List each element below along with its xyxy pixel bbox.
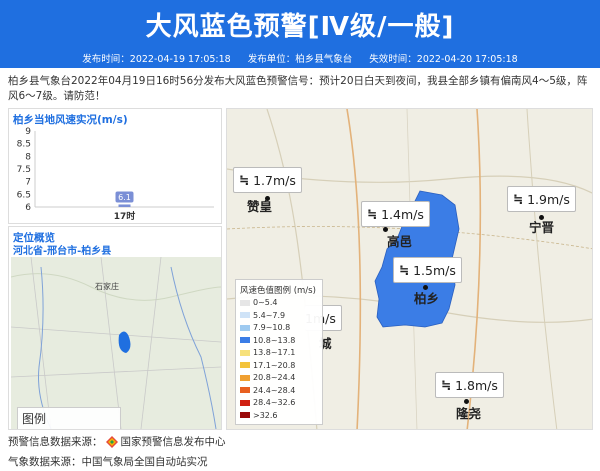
wind-icon: ≒	[441, 378, 452, 392]
speed-legend-label: 24.4~28.4	[253, 385, 296, 395]
x-tick-label: 17时	[114, 210, 136, 222]
wind-speed-panel: 柏乡当地风速实况(m/s) 9 8.5 8 7.5 7 6.5 6 6.1 17时	[8, 108, 222, 224]
speed-legend-label: 17.1~20.8	[253, 360, 296, 370]
wind-speed-longyao: 1.8m/s	[455, 377, 498, 393]
speed-legend-item: 17.1~20.8	[240, 361, 295, 370]
speed-legend-swatch	[240, 399, 250, 406]
speed-legend-label: 7.9~10.8	[253, 323, 291, 332]
wind-speed-gaoyi: 1.4m/s	[381, 206, 424, 222]
wind-speed-zanhuang: 1.7m/s	[253, 172, 296, 188]
wind-icon: ≒	[367, 207, 378, 221]
speed-legend-item: 10.8~13.8	[240, 336, 295, 345]
speed-legend-label: 20.8~24.4	[253, 373, 296, 382]
wind-speed-bar	[118, 204, 131, 207]
speed-legend-item: 24.4~28.4	[240, 386, 295, 395]
warning-source[interactable]: 国家预警信息发布中心	[121, 434, 226, 449]
speed-legend-item: 7.9~10.8	[240, 323, 290, 332]
wind-icon: ≒	[239, 173, 250, 187]
speed-legend-swatch	[240, 374, 250, 381]
speed-legend-swatch	[240, 337, 250, 343]
city-baixiang: 柏乡	[414, 291, 440, 306]
weather-source: 气象数据来源：中国气象局全国自动站实况	[8, 456, 208, 468]
speed-legend-item: 20.8~24.4	[240, 373, 295, 382]
minimap-legend-title: 图例	[22, 412, 47, 426]
speed-legend-label: 0~5.4	[253, 298, 278, 307]
warning-source-label: 预警信息数据来源：	[8, 436, 103, 448]
warning-title: 大风蓝色预警[Ⅳ级/一般]	[145, 12, 455, 42]
wind-icon: ≒	[399, 263, 410, 277]
speed-legend-swatch	[240, 412, 250, 418]
location-overview-panel: 定位概览 河北省-邢台市-柏乡县 石家庄 图例 国界 省界	[8, 226, 222, 430]
wind-label-zanhuang[interactable]: ≒ 1.7m/s	[233, 167, 302, 193]
minimap-city-label: 石家庄	[95, 282, 119, 291]
wind-speed-baixiang: 1.5m/s	[413, 262, 456, 278]
y-tick-label: 6	[25, 203, 31, 213]
y-tick-label: 7	[25, 178, 31, 188]
minimap-legend: 图例 国界 省界	[17, 407, 121, 429]
speed-legend-item: >32.6	[240, 411, 278, 420]
y-tick-label: 9	[25, 127, 31, 137]
city-gaoyi: 高邑	[387, 234, 413, 249]
overview-minimap[interactable]: 石家庄 图例 国界 省界	[11, 257, 221, 429]
speed-legend-swatch	[240, 387, 250, 393]
warning-description: 柏乡县气象台2022年04月19日16时56分发布大风蓝色预警信号：预计20日白…	[8, 75, 588, 102]
wind-icon: ≒	[513, 192, 524, 206]
speed-legend-item: 0~5.4	[240, 298, 278, 307]
data-label: 6.1	[118, 193, 131, 202]
wind-label-gaoyi[interactable]: ≒ 1.4m/s	[361, 201, 430, 227]
publisher-logo-icon	[105, 435, 118, 448]
speed-legend-swatch	[240, 324, 250, 331]
y-tick-label: 8.5	[17, 140, 31, 150]
speed-legend-swatch	[240, 362, 250, 368]
wind-label-baixiang[interactable]: ≒ 1.5m/s	[393, 257, 462, 283]
y-tick-label: 8	[25, 152, 31, 162]
wind-label-longyao[interactable]: ≒ 1.8m/s	[435, 372, 504, 398]
speed-legend-label: 13.8~17.1	[253, 348, 296, 357]
speed-legend-item: 5.4~7.9	[240, 311, 285, 320]
main-map[interactable]: 赞皇 ≒ 1.7m/s 高邑 ≒ 1.4m/s 柏乡 ≒ 1.5m/s 宁晋 ≒ 1.9…	[226, 108, 593, 430]
warning-meta: 发布时间：2022-04-19 17:05:18 发布单位：柏乡县气象台 失效时…	[0, 51, 600, 65]
speed-legend-title: 风速色值图例 (m/s)	[240, 286, 316, 296]
y-tick-label: 7.5	[17, 165, 31, 175]
speed-legend-item: 28.4~32.6	[240, 398, 295, 407]
city-longyao: 隆尧	[456, 406, 482, 421]
city-ningjin: 宁晋	[529, 220, 555, 235]
publish-time: 发布时间：2022-04-19 17:05:18	[82, 54, 231, 65]
wind-speed-chart: 9 8.5 8 7.5 7 6.5 6 6.1 17时	[17, 127, 214, 222]
speed-legend-swatch	[240, 312, 250, 318]
warning-source-line: 预警信息数据来源： 国家预警信息发布中心	[8, 434, 226, 449]
y-tick-label: 6.5	[17, 190, 31, 200]
publisher: 发布单位：柏乡县气象台	[247, 54, 353, 65]
speed-legend-label: 28.4~32.6	[253, 398, 296, 407]
speed-legend-label: >32.6	[253, 410, 278, 420]
city-zanhuang: 赞皇	[247, 199, 273, 214]
wind-label-ningjin[interactable]: ≒ 1.9m/s	[507, 186, 576, 212]
speed-legend-label: 10.8~13.8	[253, 335, 296, 345]
warning-header: 大风蓝色预警[Ⅳ级/一般] 发布时间：2022-04-19 17:05:18 发…	[0, 0, 600, 68]
expire-time: 失效时间：2022-04-20 17:05:18	[369, 54, 518, 65]
speed-legend-item: 13.8~17.1	[240, 348, 295, 357]
speed-legend-swatch	[240, 349, 250, 356]
speed-legend-swatch	[240, 299, 250, 306]
weather-source-line: 气象数据来源：中国气象局全国自动站实况	[8, 454, 208, 469]
wind-speed-ningjin: 1.9m/s	[527, 191, 570, 207]
location-path: 河北省-邢台市-柏乡县	[13, 246, 112, 257]
wind-speed-legend: 风速色值图例 (m/s) 0~5.4 5.4~7.9 7.9~10.8 10.8~13…	[235, 279, 323, 425]
speed-legend-label: 5.4~7.9	[253, 310, 286, 320]
